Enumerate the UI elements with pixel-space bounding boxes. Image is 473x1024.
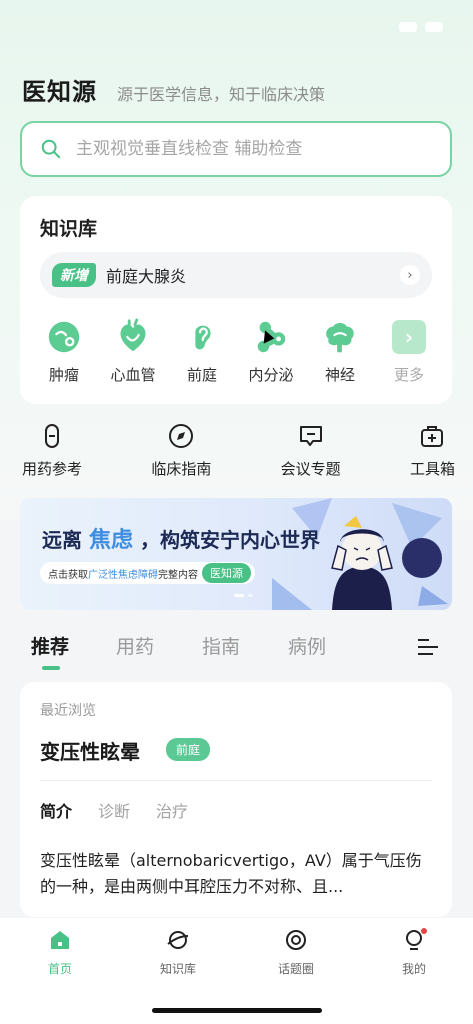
tool-label: 用药参考: [22, 460, 83, 478]
banner-brand-pill: 医知源: [202, 563, 251, 583]
tool-label: 临床指南: [151, 460, 212, 478]
banner-sub-highlight: 广泛性焦虑障碍: [88, 569, 158, 581]
divider: [40, 780, 432, 781]
nav-label: 我的: [401, 962, 426, 976]
recent-tabs: 简介 诊断 治疗: [40, 798, 188, 822]
nav-label: 知识库: [159, 962, 196, 976]
banner-title-post: ，构筑安宁内心世界: [139, 528, 320, 552]
knowledge-base-title: 知识库: [40, 218, 98, 240]
category-label: 神经: [324, 366, 355, 384]
category-more[interactable]: › 更多: [373, 318, 445, 385]
planet-icon: [167, 931, 189, 949]
tool-label: 会议专题: [280, 460, 341, 478]
carousel-dot-active: [234, 594, 244, 597]
chevron-right-icon: ›: [400, 265, 420, 285]
nav-home[interactable]: 首页: [25, 928, 95, 977]
banner-subtitle: 点击获取 广泛性焦虑障碍 完整内容 医知源: [40, 562, 255, 584]
chat-icon: [299, 426, 322, 446]
tab-treatment[interactable]: 治疗: [156, 798, 188, 822]
search-bar[interactable]: [20, 121, 452, 177]
heart-icon: [120, 318, 146, 352]
tool-label: 工具箱: [409, 460, 455, 478]
tab-diagnosis[interactable]: 诊断: [98, 798, 130, 822]
category-label: 前庭: [186, 366, 217, 384]
nav-topics[interactable]: 话题圈: [261, 928, 331, 977]
recent-label: 最近浏览: [40, 703, 96, 719]
feed-tab-bar: 推荐 用药 指南 病例: [0, 628, 473, 672]
tumor-icon: [48, 321, 80, 353]
home-indicator: [152, 1008, 322, 1013]
search-input[interactable]: [76, 139, 450, 159]
category-label: 更多: [393, 366, 424, 384]
banner-title-highlight: 焦虑: [88, 527, 133, 553]
compass-icon: [169, 424, 194, 448]
tab-recommend[interactable]: 推荐: [31, 632, 69, 659]
menu-icon[interactable]: [417, 638, 439, 656]
category-neurology[interactable]: 神经: [304, 318, 376, 385]
carousel-indicator: [234, 594, 253, 597]
anxiety-illustration: [272, 498, 448, 610]
notification-dot: [421, 928, 427, 934]
tool-clinical-guide[interactable]: 临床指南: [151, 422, 211, 479]
app-name: 医知源: [22, 78, 97, 106]
ear-icon: [195, 325, 211, 350]
tab-intro[interactable]: 简介: [40, 798, 72, 822]
toolbox-icon: [421, 426, 444, 447]
category-cardiovascular[interactable]: 心血管: [97, 318, 169, 385]
target-icon: [286, 930, 306, 950]
category-vestibular[interactable]: 前庭: [166, 318, 238, 385]
category-label: 肿瘤: [48, 366, 79, 384]
recent-card[interactable]: 最近浏览 变压性眩晕 前庭 简介 诊断 治疗 变压性眩晕（alternobari…: [20, 682, 452, 917]
banner-title-pre: 远离: [42, 528, 82, 552]
banner-sub-post: 完整内容: [158, 569, 198, 581]
banner-title: 远离 焦虑 ，构筑安宁内心世界: [42, 522, 320, 554]
tool-conference[interactable]: 会议专题: [281, 422, 341, 479]
category-label: 内分泌: [248, 366, 294, 384]
category-tumor[interactable]: 肿瘤: [28, 318, 100, 385]
category-label: 心血管: [110, 366, 156, 384]
active-tab-indicator: [42, 666, 60, 670]
tool-toolbox[interactable]: 工具箱: [410, 422, 455, 479]
category-endocrine[interactable]: 内分泌: [235, 318, 307, 385]
endocrine-icon: [257, 321, 286, 353]
search-icon: [41, 139, 61, 159]
promo-banner[interactable]: 远离 焦虑 ，构筑安宁内心世界 点击获取 广泛性焦虑障碍 完整内容 医知源: [20, 498, 452, 610]
tool-drug-reference[interactable]: 用药参考: [22, 422, 82, 479]
tab-drugs[interactable]: 用药: [116, 632, 154, 659]
carousel-dot: [248, 594, 253, 597]
new-badge: 新增: [52, 263, 96, 287]
recent-description: 变压性眩晕（alternobaricvertigo，AV）属于气压伤的一种，是由…: [40, 851, 422, 896]
recent-category-badge: 前庭: [166, 738, 211, 761]
nav-knowledge[interactable]: 知识库: [143, 928, 213, 977]
banner-sub-pre: 点击获取: [48, 569, 88, 581]
tab-guides[interactable]: 指南: [202, 632, 240, 659]
brain-icon: [326, 322, 354, 353]
recent-title: 变压性眩晕: [40, 740, 140, 764]
tool-row: 用药参考 临床指南 会议专题 工具箱: [0, 422, 473, 479]
pill-icon: [45, 424, 59, 448]
home-icon: [51, 931, 69, 949]
brand-header: 医知源 源于医学信息，知于临床决策: [22, 72, 325, 107]
tab-cases[interactable]: 病例: [288, 632, 326, 659]
new-item-banner[interactable]: 新增 前庭大腺炎 ›: [40, 252, 432, 298]
category-grid: 肿瘤 心血管 前庭 内分泌 神经 › 更多: [28, 318, 444, 385]
nav-label: 首页: [47, 962, 72, 976]
nav-profile[interactable]: 我的: [379, 928, 449, 977]
battery-icon: [425, 22, 443, 32]
chevron-right-icon: ›: [392, 320, 426, 354]
app-slogan: 源于医学信息，知于临床决策: [117, 85, 326, 104]
knowledge-base-card: 知识库 新增 前庭大腺炎 › 肿瘤 心血管 前庭 内分泌 神经 › 更多: [20, 196, 452, 404]
signal-icon: [399, 22, 417, 32]
new-item-label: 前庭大腺炎: [106, 267, 187, 286]
nav-label: 话题圈: [277, 962, 314, 976]
status-bar: [0, 0, 473, 50]
